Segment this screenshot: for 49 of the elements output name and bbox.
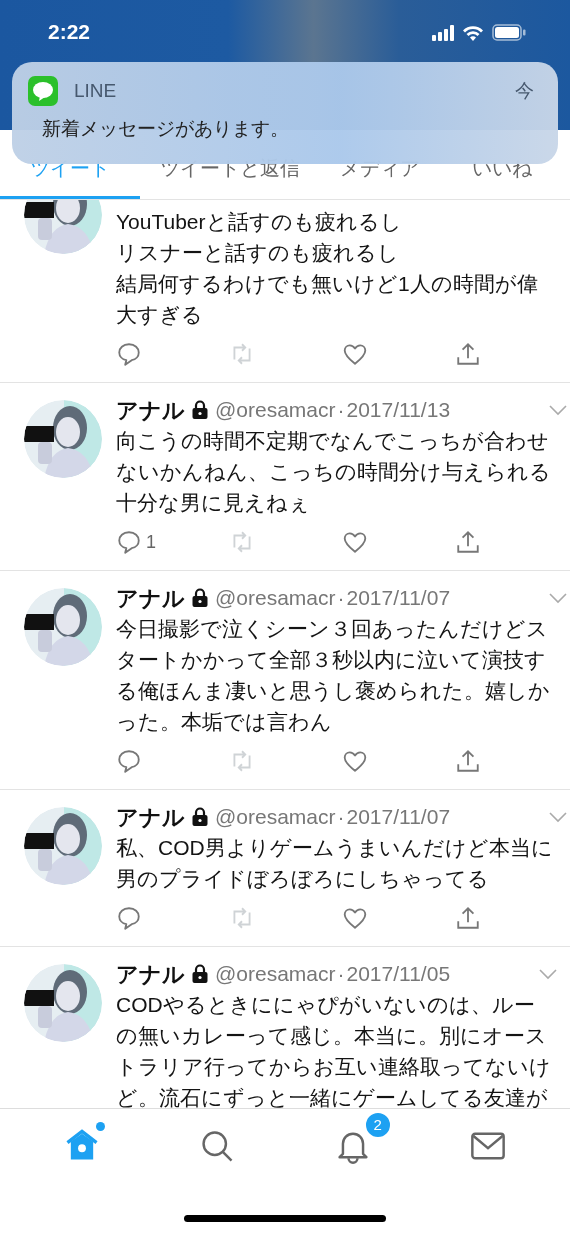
reply-icon[interactable] xyxy=(116,341,142,367)
like-icon[interactable] xyxy=(342,748,368,774)
separator-dot: · xyxy=(337,397,345,424)
reply-icon[interactable] xyxy=(116,905,142,931)
tweet-text: YouTuberと話すのも疲れるし xyxy=(116,209,403,235)
tweet-text: 私、COD男よりゲームうまいんだけど本当に男のプライドぼろぼろにしちゃってる xyxy=(116,835,554,892)
share-icon[interactable] xyxy=(455,748,481,774)
signal-icon xyxy=(432,24,454,41)
chevron-down-icon[interactable] xyxy=(538,968,558,980)
reply-icon[interactable] xyxy=(116,748,142,774)
chevron-down-icon[interactable] xyxy=(548,404,568,416)
tweet-date: 2017/11/13 xyxy=(346,397,451,424)
reply-count: 1 xyxy=(146,530,156,554)
notification-badge: 2 xyxy=(363,1111,392,1139)
tweet-date: 2017/11/05 xyxy=(346,961,451,988)
user-name: アナル xyxy=(116,396,185,425)
notification-toast[interactable]: LINE 今 新着メッセージがあります。 xyxy=(12,62,558,164)
battery-icon xyxy=(492,24,526,41)
tweet-text: リスナーと話すのも疲れるし xyxy=(116,240,400,266)
user-name: アナル xyxy=(116,584,185,613)
share-icon[interactable] xyxy=(455,341,481,367)
tweet-date: 2017/11/07 xyxy=(346,585,451,612)
reply-icon[interactable] xyxy=(116,529,142,555)
user-handle: @oresamacr xyxy=(215,585,336,612)
separator-dot: · xyxy=(337,585,345,612)
user-handle: @oresamacr xyxy=(215,804,336,831)
like-icon[interactable] xyxy=(342,341,368,367)
wifi-icon xyxy=(462,24,484,41)
tweet-text: 結局何するわけでも無いけど1人の時間が偉大すぎる xyxy=(116,271,539,328)
line-app-icon xyxy=(28,76,58,106)
user-handle: @oresamacr xyxy=(215,397,336,424)
tweet-text: 今日撮影で泣くシーン３回あったんだけどスタートかかって全部３秒以内に泣いて演技する俺ほんま凄いと思うし褒められた。嬉しかった。本垢では言わん xyxy=(116,616,551,735)
user-name: アナル xyxy=(116,803,185,832)
user-name: アナル xyxy=(116,960,185,989)
like-icon[interactable] xyxy=(342,529,368,555)
chevron-down-icon[interactable] xyxy=(548,811,568,823)
notification-time: 今 xyxy=(515,78,534,103)
share-icon[interactable] xyxy=(455,529,481,555)
separator-dot: · xyxy=(337,804,345,831)
app-name: LINE xyxy=(74,78,117,103)
notification-message: 新着メッセージがあります。 xyxy=(41,117,290,141)
chevron-down-icon[interactable] xyxy=(548,592,568,604)
tweet-date: 2017/11/07 xyxy=(346,804,451,831)
share-icon[interactable] xyxy=(455,905,481,931)
separator-dot: · xyxy=(337,961,345,988)
clock-time: 2:22 xyxy=(48,19,91,45)
user-handle: @oresamacr xyxy=(215,961,336,988)
like-icon[interactable] xyxy=(342,905,368,931)
tweet-text: 向こうの時間不定期でなんでこっちが合わせないかんねん、こっちの時間分け与えられる十分な男に見えねぇ xyxy=(116,428,552,516)
